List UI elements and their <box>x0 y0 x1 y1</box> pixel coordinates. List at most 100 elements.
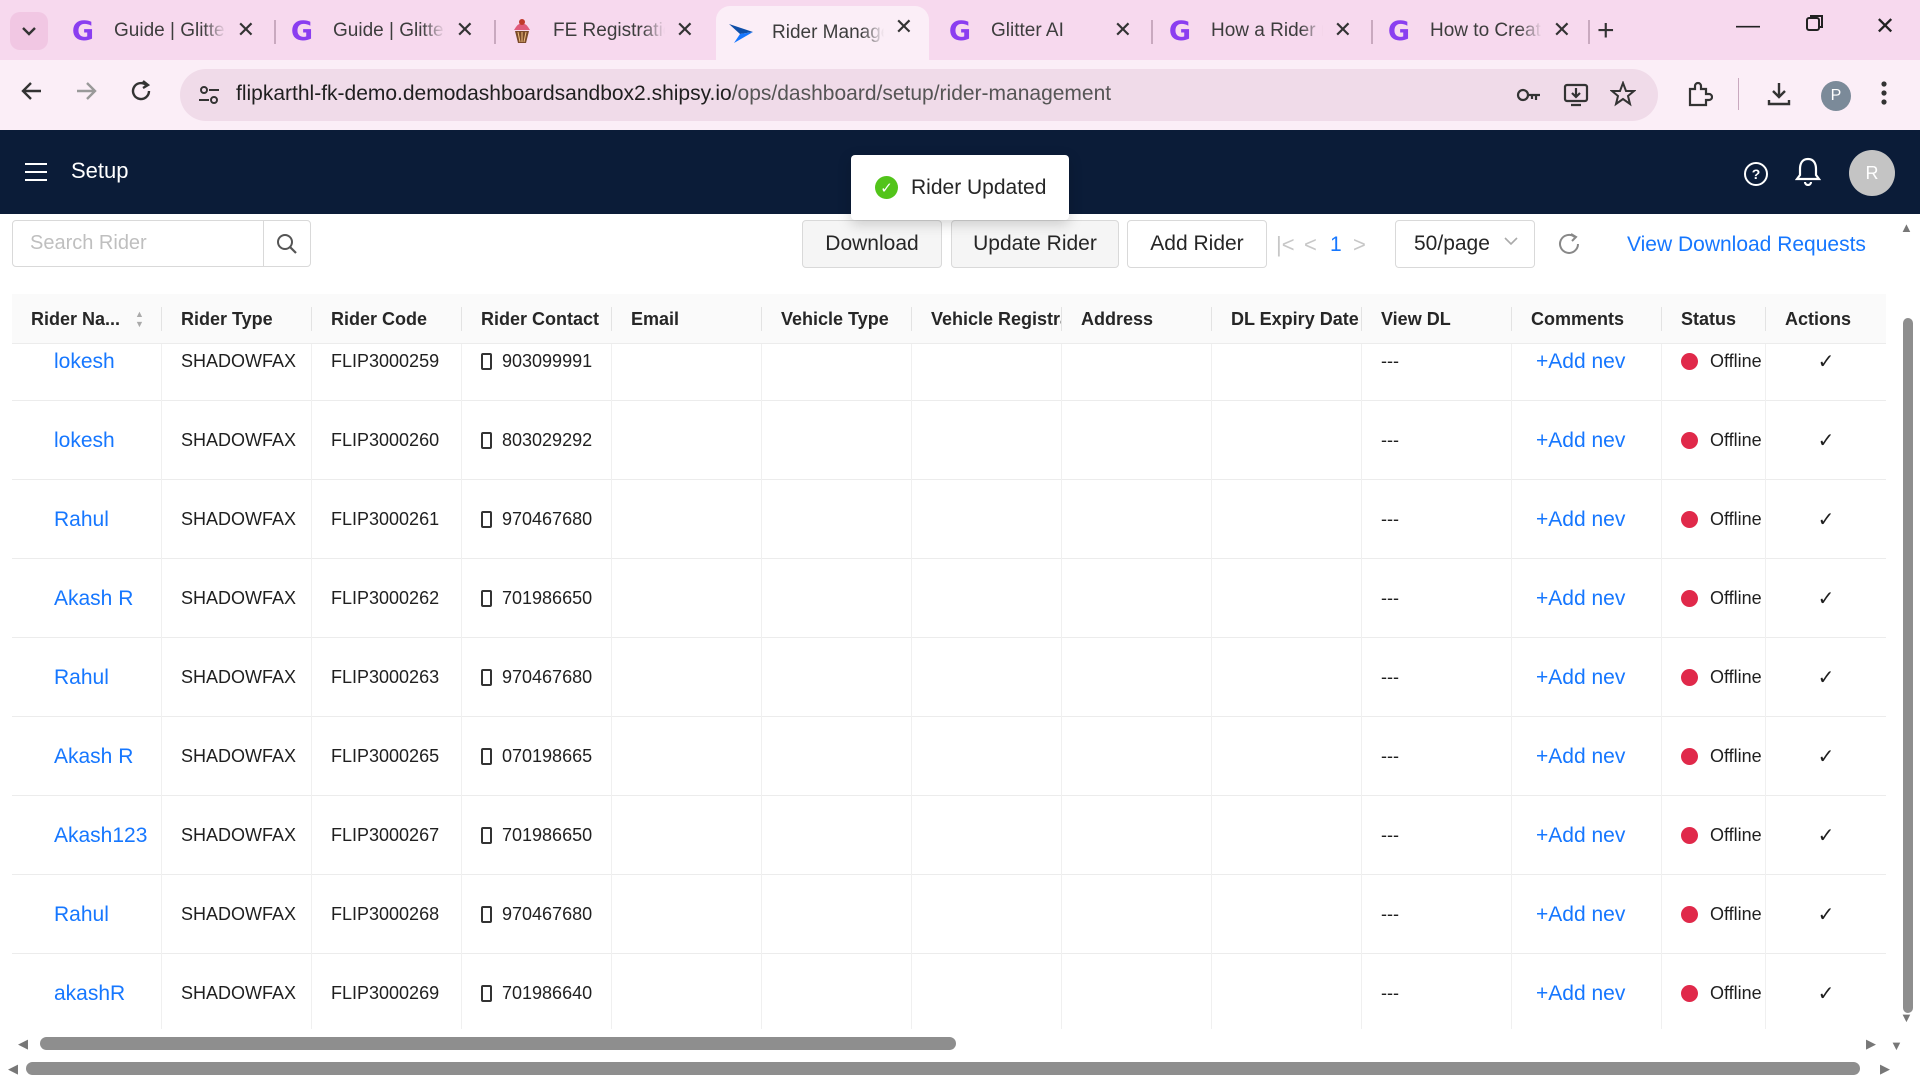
page-size-select[interactable]: 50/page <box>1395 220 1535 268</box>
close-icon[interactable]: ✕ <box>895 16 913 38</box>
add-comment-link[interactable]: +Add nev <box>1512 559 1662 638</box>
close-icon[interactable]: ✕ <box>1114 19 1132 41</box>
next-page-icon[interactable]: > <box>1353 232 1366 258</box>
extensions-icon[interactable] <box>1685 80 1714 115</box>
rider-name-link[interactable]: Akash123 <box>31 824 147 848</box>
add-comment-link[interactable]: +Add nev <box>1512 954 1662 1029</box>
rider-type-cell: SHADOWFAX <box>162 875 312 954</box>
site-settings-icon[interactable] <box>196 82 222 108</box>
add-comment-link[interactable]: +Add nev <box>1512 401 1662 480</box>
update-rider-button[interactable]: Update Rider <box>951 220 1119 268</box>
status-dot <box>1681 511 1698 528</box>
search-input[interactable] <box>13 221 265 266</box>
rider-name-link[interactable]: Rahul <box>31 508 109 532</box>
table-row: akashR SHADOWFAX FLIP3000269 701986640 -… <box>12 954 1886 1029</box>
hamburger-menu-icon[interactable] <box>25 163 47 181</box>
tab-glitter-ai[interactable]: G Glitter AI ✕ <box>935 9 1148 53</box>
password-key-icon[interactable] <box>1514 81 1542 116</box>
view-dl-cell: --- <box>1362 638 1512 717</box>
add-comment-link[interactable]: +Add nev <box>1512 875 1662 954</box>
view-download-requests-link[interactable]: View Download Requests <box>1627 233 1866 257</box>
refresh-icon[interactable] <box>1556 231 1582 262</box>
prev-page-icon[interactable]: < <box>1304 232 1317 258</box>
tab-guide-glitter-1[interactable]: G Guide | Glitter ✕ <box>58 9 271 53</box>
rider-name-link[interactable]: Rahul <box>31 666 109 690</box>
check-icon[interactable]: ✓ <box>1766 480 1886 559</box>
scroll-left-arrow[interactable]: ◀ <box>18 1036 28 1052</box>
add-comment-link[interactable]: +Add nev <box>1512 717 1662 796</box>
rider-name-link[interactable]: akashR <box>31 982 125 1006</box>
scroll-left-arrow[interactable]: ◀ <box>8 1061 18 1077</box>
rider-name-link[interactable]: lokesh <box>31 429 115 453</box>
tab-rider-management[interactable]: Rider Management ✕ <box>716 6 929 60</box>
tab-guide-glitter-2[interactable]: G Guide | Glitter ✕ <box>277 9 490 53</box>
scroll-up-arrow[interactable]: ▲ <box>1900 220 1913 235</box>
close-icon[interactable]: ✕ <box>456 19 474 41</box>
vertical-scrollbar-thumb[interactable] <box>1903 318 1913 1013</box>
status-cell: Offline <box>1662 717 1766 796</box>
scroll-down-arrow[interactable]: ▼ <box>1890 1038 1903 1053</box>
url-text[interactable]: flipkarthl-fk-demo.demodashboardsandbox2… <box>236 82 1111 106</box>
close-icon[interactable]: ✕ <box>237 19 255 41</box>
rider-name-link[interactable]: Akash R <box>31 745 133 769</box>
tab-how-a-rider[interactable]: G How a Rider r ✕ <box>1155 9 1368 53</box>
first-page-icon[interactable]: |< <box>1276 232 1295 258</box>
tab-search-button[interactable] <box>10 12 48 50</box>
close-window-button[interactable]: ✕ <box>1875 12 1895 41</box>
new-tab-button[interactable]: + <box>1597 14 1615 48</box>
scroll-down-arrow[interactable]: ▼ <box>1900 1010 1913 1025</box>
scroll-right-arrow[interactable]: ▶ <box>1880 1061 1890 1077</box>
add-comment-link[interactable]: +Add nev <box>1512 638 1662 717</box>
rider-code-cell: FLIP3000261 <box>312 480 462 559</box>
help-icon[interactable]: ? <box>1744 162 1768 186</box>
column-header-rider-name[interactable]: Rider Na... ▲ ▼ <box>12 294 162 344</box>
page-horizontal-scrollbar-thumb[interactable] <box>26 1062 1860 1075</box>
add-rider-button[interactable]: Add Rider <box>1127 220 1267 268</box>
check-icon[interactable]: ✓ <box>1766 875 1886 954</box>
back-button[interactable] <box>20 79 44 110</box>
view-dl-cell: --- <box>1362 717 1512 796</box>
search-rider <box>12 220 311 267</box>
restore-icon <box>1806 15 1823 31</box>
close-icon[interactable]: ✕ <box>1334 19 1352 41</box>
email-cell <box>612 954 762 1029</box>
tab-how-to-create[interactable]: G How to Create ✕ <box>1374 9 1587 53</box>
search-button[interactable] <box>263 221 310 266</box>
forward-button[interactable] <box>74 79 98 110</box>
check-icon[interactable]: ✓ <box>1766 638 1886 717</box>
rider-name-link[interactable]: Rahul <box>31 903 109 927</box>
toast-message: Rider Updated <box>911 175 1047 199</box>
check-icon[interactable]: ✓ <box>1766 796 1886 875</box>
minimize-button[interactable]: — <box>1736 12 1760 40</box>
check-icon[interactable]: ✓ <box>1766 559 1886 638</box>
url-bar[interactable]: flipkarthl-fk-demo.demodashboardsandbox2… <box>180 69 1658 121</box>
check-icon[interactable]: ✓ <box>1766 401 1886 480</box>
install-app-icon[interactable] <box>1562 81 1590 116</box>
sort-icon[interactable]: ▲ ▼ <box>135 309 145 329</box>
vehicle-registration-cell <box>912 638 1062 717</box>
add-comment-link[interactable]: +Add nev <box>1512 796 1662 875</box>
downloads-icon[interactable] <box>1765 80 1793 115</box>
rider-name-link[interactable]: Akash R <box>31 587 133 611</box>
user-avatar[interactable]: R <box>1849 150 1895 196</box>
check-icon[interactable]: ✓ <box>1766 717 1886 796</box>
browser-menu-icon[interactable] <box>1880 80 1888 113</box>
tab-fe-registration[interactable]: FE Registration ✕ <box>497 9 710 53</box>
rider-name-link[interactable]: lokesh <box>31 350 115 374</box>
bell-icon[interactable] <box>1794 156 1822 191</box>
maximize-button[interactable] <box>1805 12 1825 40</box>
column-header-dl-expiry-date: DL Expiry Date <box>1212 294 1362 344</box>
horizontal-scrollbar-thumb[interactable] <box>40 1037 956 1050</box>
profile-avatar[interactable]: P <box>1821 81 1851 111</box>
download-button[interactable]: Download <box>802 220 942 268</box>
scroll-right-arrow[interactable]: ▶ <box>1866 1036 1876 1052</box>
vehicle-type-cell <box>762 796 912 875</box>
email-cell <box>612 638 762 717</box>
close-icon[interactable]: ✕ <box>676 19 694 41</box>
tab-separator <box>1151 20 1153 44</box>
reload-button[interactable] <box>129 79 153 110</box>
bookmark-star-icon[interactable] <box>1609 80 1637 114</box>
close-icon[interactable]: ✕ <box>1553 19 1571 41</box>
add-comment-link[interactable]: +Add nev <box>1512 480 1662 559</box>
check-icon[interactable]: ✓ <box>1766 954 1886 1029</box>
